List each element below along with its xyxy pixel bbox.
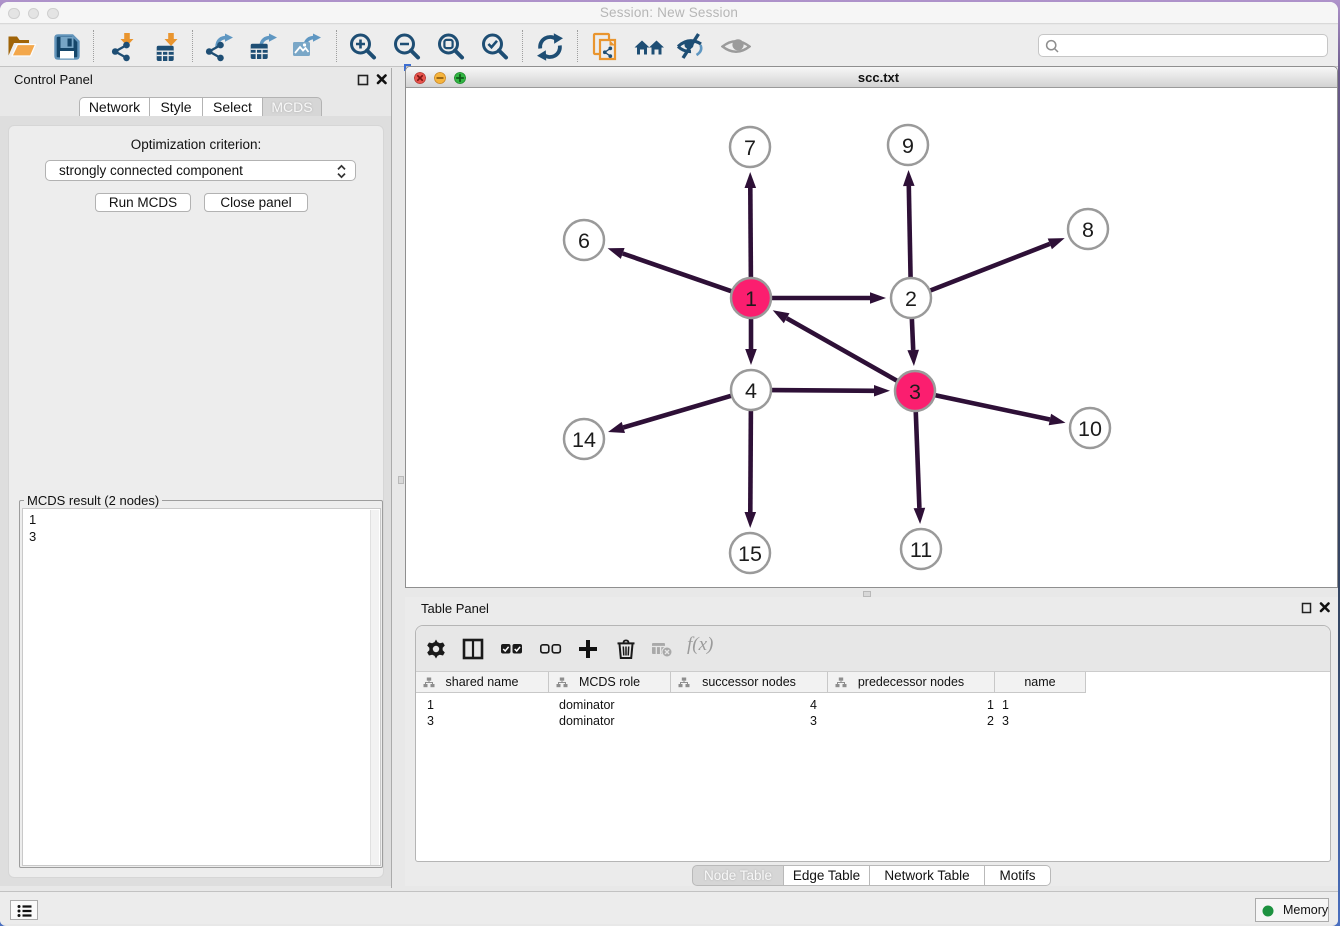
svg-text:6: 6 — [578, 229, 590, 253]
svg-text:14: 14 — [572, 428, 596, 452]
svg-text:4: 4 — [745, 379, 757, 403]
svg-text:7: 7 — [744, 136, 756, 160]
svg-text:10: 10 — [1078, 417, 1102, 441]
svg-text:2: 2 — [905, 287, 917, 311]
svg-text:15: 15 — [738, 542, 762, 566]
svg-text:11: 11 — [909, 538, 931, 562]
svg-text:1: 1 — [745, 287, 757, 311]
svg-text:9: 9 — [902, 134, 914, 158]
svg-text:3: 3 — [909, 380, 921, 404]
svg-text:8: 8 — [1082, 218, 1094, 242]
